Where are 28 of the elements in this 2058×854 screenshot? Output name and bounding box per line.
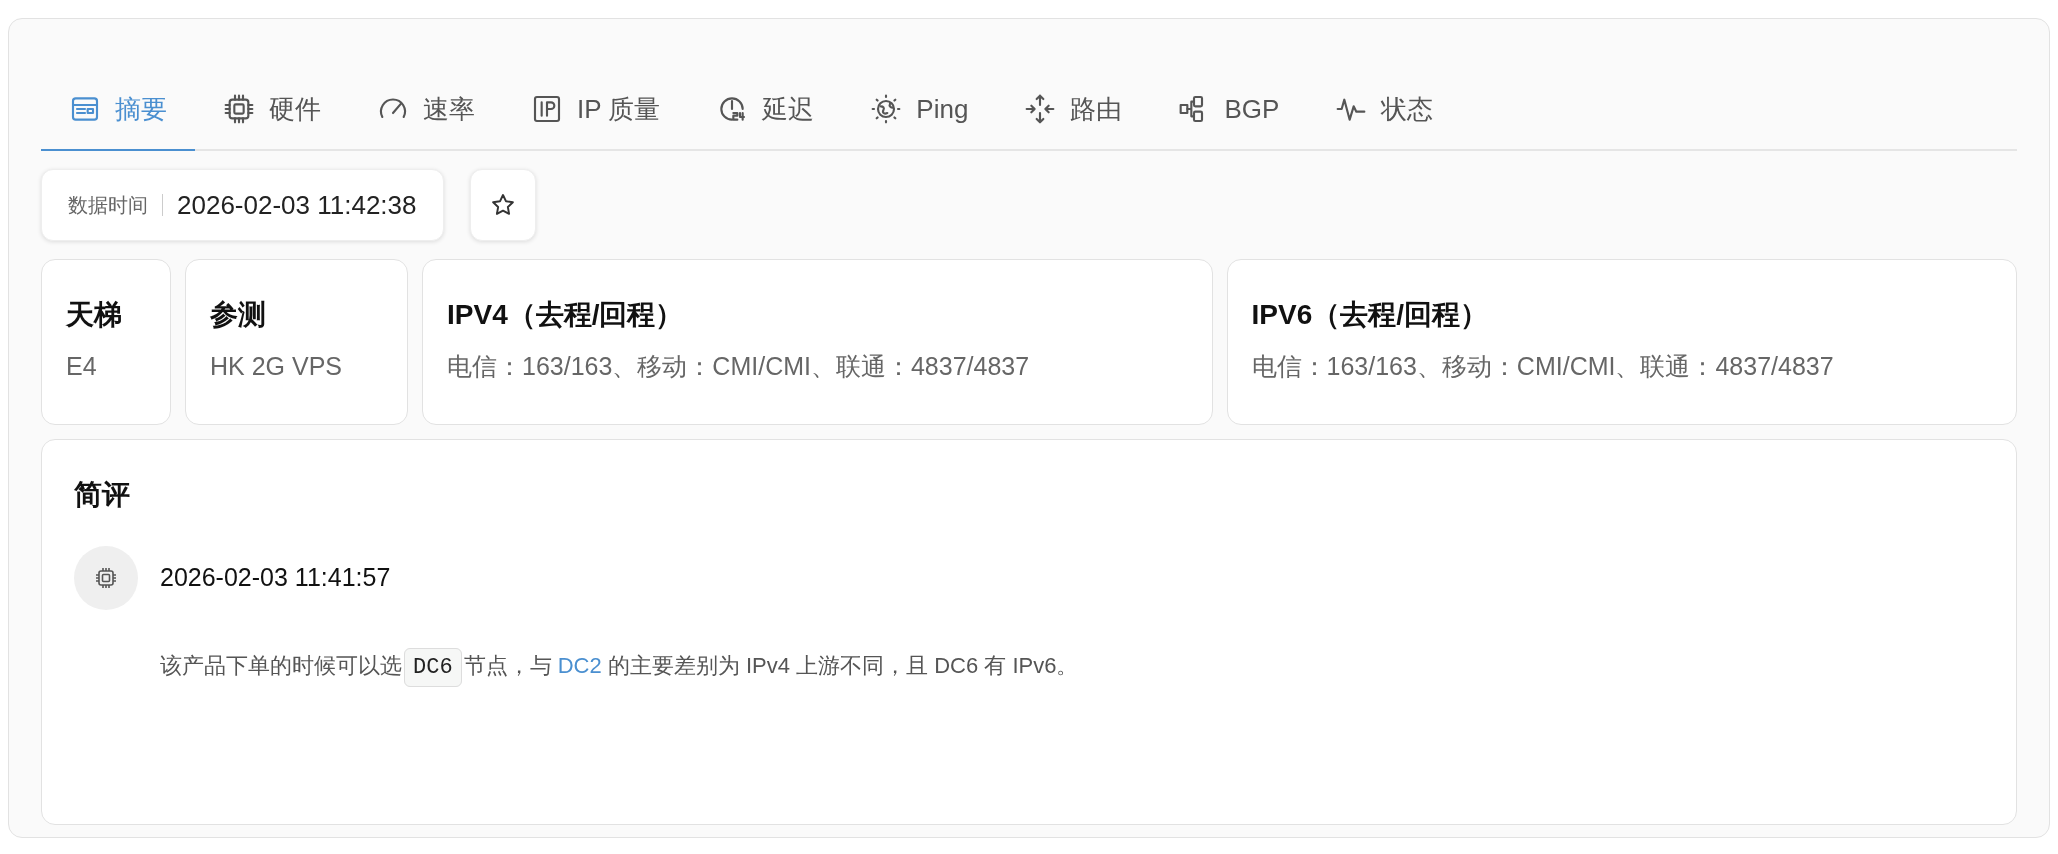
review-time: 2026-02-03 11:41:57 xyxy=(160,562,391,594)
card-value: 电信：163/163、移动：CMI/CMI、联通：4837/4837 xyxy=(1251,351,1835,382)
star-icon xyxy=(489,192,516,218)
tab[interactable]: 硬件 xyxy=(195,69,349,151)
tab[interactable]: 路由 xyxy=(996,69,1151,151)
favorite-button[interactable] xyxy=(469,169,536,241)
tab[interactable]: Ping xyxy=(842,69,997,151)
ip-icon xyxy=(531,93,563,125)
card-title: IPV6（去程/回程） xyxy=(1251,298,1489,332)
data-time-value: 2026-02-03 11:42:38 xyxy=(177,188,417,222)
arrows-icon xyxy=(1024,93,1057,125)
card-title: IPV4（去程/回程） xyxy=(447,298,685,332)
tab[interactable]: IP 质量 xyxy=(503,69,689,151)
card-title: 参测 xyxy=(210,298,267,332)
chip-icon xyxy=(223,93,255,125)
card-title: 天梯 xyxy=(66,298,123,332)
card-value: E4 xyxy=(66,351,98,382)
data-time-label: 数据时间 xyxy=(68,193,148,218)
review-title: 简评 xyxy=(74,478,131,512)
tab[interactable]: 速率 xyxy=(349,69,503,151)
card-value: 电信：163/163、移动：CMI/CMI、联通：4837/4837 xyxy=(447,351,1031,382)
card-value: HK 2G VPS xyxy=(210,351,343,382)
globe-icon xyxy=(870,93,903,125)
tab[interactable]: BGP xyxy=(1150,69,1308,151)
review-text: 该产品下单的时候可以选 DC6 节点，与 DC2 的主要差别为 IPv4 上游不同，且 DC6 有 IPv6。 xyxy=(160,644,1984,690)
tab[interactable]: 状态 xyxy=(1307,69,1462,151)
inline-code: DC6 xyxy=(404,648,462,687)
tab[interactable]: 延迟 xyxy=(688,69,843,151)
